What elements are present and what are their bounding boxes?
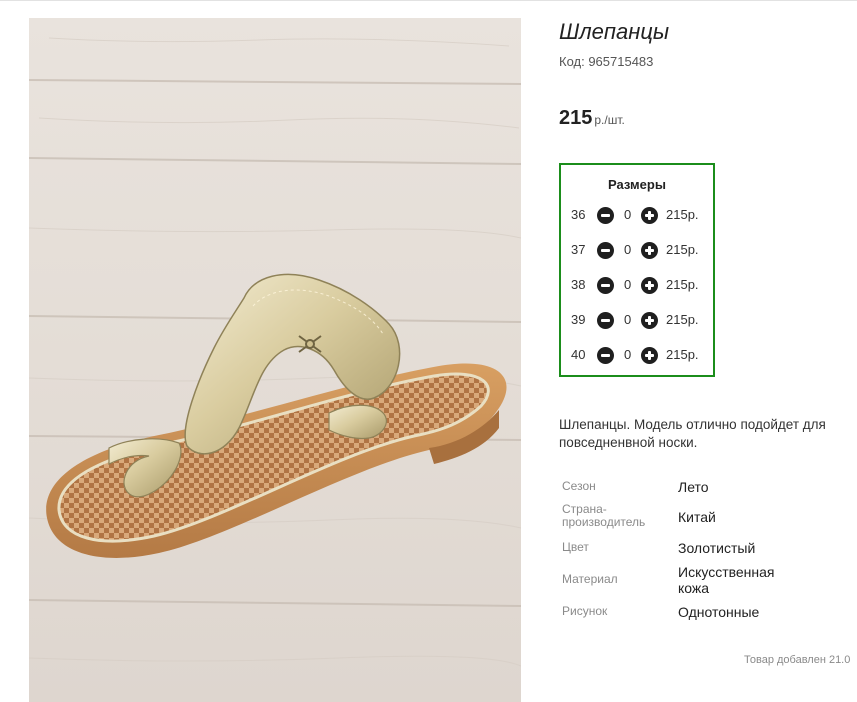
attribute-label: Рисунок: [562, 604, 608, 618]
sizes-title: Размеры: [608, 177, 666, 192]
minus-circle-icon[interactable]: [597, 277, 614, 294]
minus-circle-icon[interactable]: [597, 242, 614, 259]
attribute-value: Однотонные: [678, 604, 760, 620]
size-label: 36: [571, 207, 586, 222]
size-price: 215р.: [666, 242, 699, 257]
attribute-label: Страна-производитель: [562, 502, 646, 529]
size-row: 38 0 215р.: [561, 275, 713, 295]
attribute-value: Китай: [678, 509, 716, 525]
plus-circle-icon[interactable]: [641, 312, 658, 329]
minus-circle-icon[interactable]: [597, 207, 614, 224]
plus-circle-icon[interactable]: [641, 347, 658, 364]
attribute-label: Цвет: [562, 540, 589, 554]
quantity-value: 0: [624, 207, 632, 222]
top-divider: [0, 0, 857, 1]
size-row: 40 0 215р.: [561, 345, 713, 365]
attribute-value: Золотистый: [678, 540, 756, 556]
size-label: 40: [571, 347, 586, 362]
product-title: Шлепанцы: [559, 19, 670, 44]
plus-circle-icon[interactable]: [641, 207, 658, 224]
attribute-label: Сезон: [562, 479, 596, 493]
size-row: 36 0 215р.: [561, 205, 713, 225]
size-price: 215р.: [666, 347, 699, 362]
minus-circle-icon[interactable]: [597, 347, 614, 364]
size-label: 39: [571, 312, 586, 327]
price-value: 215: [559, 107, 593, 129]
attribute-value: Лето: [678, 479, 709, 495]
quantity-value: 0: [624, 277, 632, 292]
plus-circle-icon[interactable]: [641, 242, 658, 259]
minus-circle-icon[interactable]: [597, 312, 614, 329]
added-date-text: Товар добавлен 21.0: [744, 654, 851, 666]
quantity-value: 0: [624, 312, 632, 327]
size-price: 215р.: [666, 277, 699, 292]
quantity-value: 0: [624, 242, 632, 257]
price-unit: р./шт.: [594, 113, 625, 127]
sandal-image: [29, 37, 521, 667]
product-price: 215 р./шт.: [559, 107, 625, 130]
size-label: 38: [571, 277, 586, 292]
product-description: Шлепанцы. Модель отлично подойдет для по…: [559, 417, 826, 450]
size-row: 37 0 215р.: [561, 240, 713, 260]
quantity-value: 0: [624, 347, 632, 362]
size-price: 215р.: [666, 312, 699, 327]
attribute-label: Материал: [562, 572, 618, 586]
size-price: 215р.: [666, 207, 699, 222]
sizes-panel: Размеры 36 0 215р. 37 0 215р. 38 0 215р.…: [559, 163, 715, 377]
product-code: Код: 965715483: [559, 54, 654, 69]
product-photo[interactable]: [29, 18, 521, 702]
plus-circle-icon[interactable]: [641, 277, 658, 294]
attribute-value: Искусственная кожа: [678, 564, 775, 596]
size-row: 39 0 215р.: [561, 310, 713, 330]
size-label: 37: [571, 242, 586, 257]
